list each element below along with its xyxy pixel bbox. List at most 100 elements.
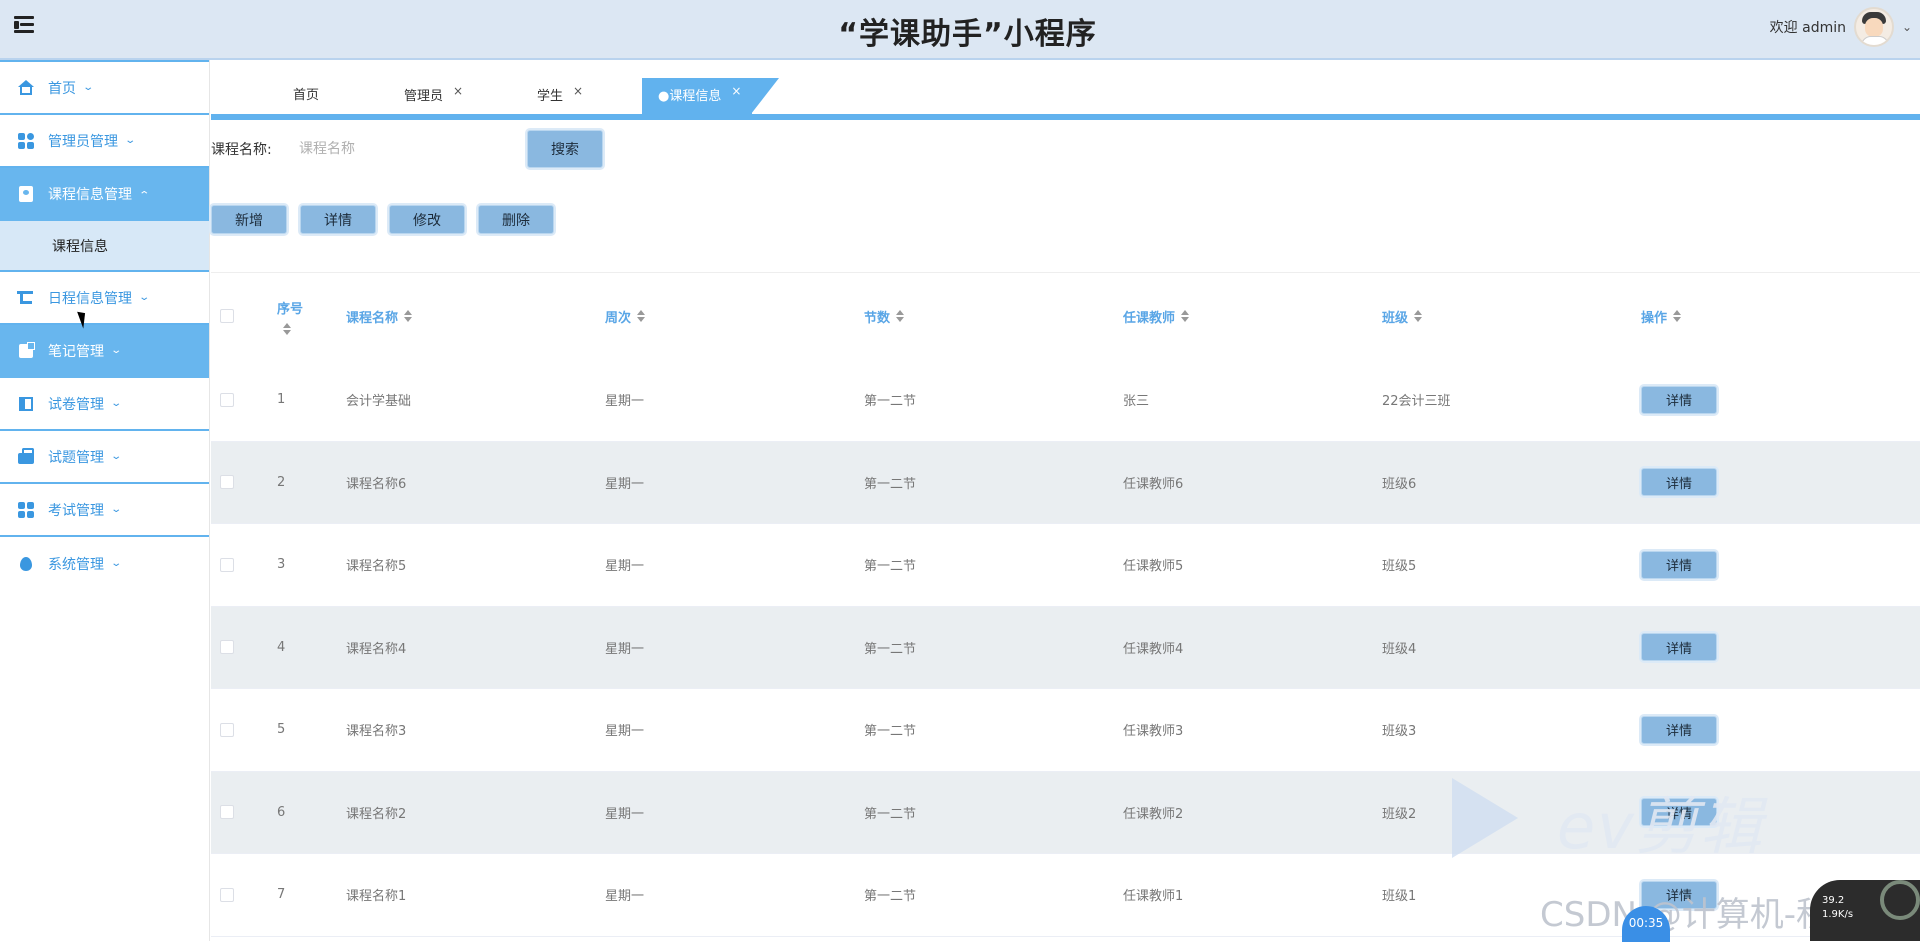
close-icon[interactable]: × xyxy=(731,84,741,98)
row-checkbox[interactable] xyxy=(220,772,234,854)
row-checkbox[interactable] xyxy=(220,524,234,606)
sidebar-item-label: 笔记管理 xyxy=(48,343,104,360)
cell-seq: 4 xyxy=(277,639,286,655)
column-header-seq[interactable]: 序号 xyxy=(277,273,303,359)
close-icon[interactable]: × xyxy=(573,84,583,98)
row-checkbox[interactable] xyxy=(220,607,234,689)
sort-icon[interactable] xyxy=(404,310,413,322)
sort-icon[interactable] xyxy=(283,322,291,335)
sidebar-item-label: 系统管理 xyxy=(48,556,104,573)
crop-icon xyxy=(17,290,34,306)
cell-seq: 1 xyxy=(277,392,286,408)
detail-button[interactable]: 详情 xyxy=(300,205,376,234)
table-row[interactable]: 3 课程名称5 星期一 第一二节 任课教师5 班级5 详情 xyxy=(211,524,1920,607)
sidebar-item-label: 课程信息管理 xyxy=(48,186,132,203)
row-detail-button[interactable]: 详情 xyxy=(1641,798,1717,827)
column-header-class[interactable]: 班级 xyxy=(1382,273,1423,359)
close-icon[interactable]: × xyxy=(453,84,463,98)
chevron-down-icon: ⌄ xyxy=(138,292,151,303)
sort-icon[interactable] xyxy=(1414,310,1423,322)
cell-section: 第一二节 xyxy=(864,559,917,575)
delete-button[interactable]: 删除 xyxy=(478,205,554,234)
chevron-down-icon: ⌄ xyxy=(110,558,123,569)
cell-class: 班级4 xyxy=(1382,641,1417,657)
tab-bar: 首页 管理员 × 学生 × ●课程信息 × xyxy=(211,78,1920,120)
cell-operation: 详情 xyxy=(1641,772,1717,854)
sort-icon[interactable] xyxy=(1181,310,1190,322)
row-detail-button[interactable]: 详情 xyxy=(1641,385,1717,414)
table-row[interactable]: 1 会计学基础 星期一 第一二节 张三 22会计三班 详情 xyxy=(211,359,1920,442)
cell-week: 星期一 xyxy=(605,641,645,657)
cell-class: 22会计三班 xyxy=(1382,394,1451,410)
sidebar-item-course-management[interactable]: 课程信息管理 ⌄ xyxy=(0,168,209,221)
row-checkbox[interactable] xyxy=(220,442,234,524)
cell-section: 第一二节 xyxy=(864,476,917,492)
cell-seq: 2 xyxy=(277,474,286,490)
column-header-week[interactable]: 周次 xyxy=(605,273,646,359)
cell-teacher: 任课教师5 xyxy=(1123,559,1184,575)
row-detail-button[interactable]: 详情 xyxy=(1641,633,1717,662)
cell-week: 星期一 xyxy=(605,806,645,822)
sidebar-item-question-management[interactable]: 试题管理 ⌄ xyxy=(0,431,209,484)
sort-icon[interactable] xyxy=(637,310,646,322)
cell-class: 班级1 xyxy=(1382,889,1417,905)
search-label: 课程名称: xyxy=(211,141,272,158)
network-speed-widget: 39.2 1.9K/s xyxy=(1810,880,1920,941)
search-input[interactable] xyxy=(281,133,491,164)
sidebar-item-admin-management[interactable]: 管理员管理 ⌄ xyxy=(0,115,209,168)
row-detail-button[interactable]: 详情 xyxy=(1641,880,1717,909)
cell-course-name: 课程名称6 xyxy=(346,476,407,492)
avatar[interactable] xyxy=(1854,7,1894,47)
sidebar-item-note-management[interactable]: 笔记管理 ⌄ xyxy=(0,325,209,378)
sidebar-subitem-course-info[interactable]: 课程信息 xyxy=(0,221,209,272)
sidebar-item-system-management[interactable]: 系统管理 ⌄ xyxy=(0,537,209,590)
tab-admin[interactable]: 管理员 × xyxy=(404,78,463,114)
cell-week: 星期一 xyxy=(605,889,645,905)
cell-operation: 详情 xyxy=(1641,689,1717,771)
chevron-down-icon: ⌄ xyxy=(110,398,123,409)
speed-down: 1.9 xyxy=(1822,909,1838,920)
table-row[interactable]: 5 课程名称3 星期一 第一二节 任课教师3 班级3 详情 xyxy=(211,689,1920,772)
cell-section: 第一二节 xyxy=(864,641,917,657)
table-row[interactable]: 6 课程名称2 星期一 第一二节 任课教师2 班级2 详情 xyxy=(211,771,1920,854)
tab-course-info[interactable]: ●课程信息 × xyxy=(642,78,752,114)
speed-unit: K/s xyxy=(1837,909,1854,920)
tab-home[interactable]: 首页 xyxy=(293,78,319,114)
column-header-teacher[interactable]: 任课教师 xyxy=(1123,273,1190,359)
cell-teacher: 任课教师1 xyxy=(1123,889,1184,905)
cell-seq: 6 xyxy=(277,804,286,820)
tab-active-tail xyxy=(751,78,779,114)
briefcase-icon xyxy=(18,447,34,465)
column-header-course-name[interactable]: 课程名称 xyxy=(346,273,413,359)
sort-icon[interactable] xyxy=(896,310,905,322)
row-checkbox[interactable] xyxy=(220,689,234,771)
sidebar-item-exam-management[interactable]: 考试管理 ⌄ xyxy=(0,484,209,537)
user-area[interactable]: 欢迎 admin ⌄ xyxy=(1770,6,1920,48)
drop-icon xyxy=(18,556,34,572)
sidebar-item-home[interactable]: 首页 ⌄ xyxy=(0,62,209,115)
column-header-operation[interactable]: 操作 xyxy=(1641,273,1682,359)
sort-icon[interactable] xyxy=(1673,310,1682,322)
row-detail-button[interactable]: 详情 xyxy=(1641,468,1717,497)
action-toolbar: 新增 详情 修改 删除 xyxy=(211,205,567,235)
cell-class: 班级2 xyxy=(1382,806,1417,822)
cell-section: 第一二节 xyxy=(864,806,917,822)
sidebar-item-schedule-management[interactable]: 日程信息管理 ⌄ xyxy=(0,272,209,325)
column-header-section[interactable]: 节数 xyxy=(864,273,905,359)
row-checkbox[interactable] xyxy=(220,854,234,936)
table-row[interactable]: 2 课程名称6 星期一 第一二节 任课教师6 班级6 详情 xyxy=(211,441,1920,524)
edit-button[interactable]: 修改 xyxy=(389,205,465,234)
select-all-checkbox[interactable] xyxy=(220,273,234,359)
sidebar-item-label: 考试管理 xyxy=(48,502,104,519)
sidebar-item-paper-management[interactable]: 试卷管理 ⌄ xyxy=(0,378,209,431)
chevron-down-icon[interactable]: ⌄ xyxy=(1894,20,1920,34)
search-button[interactable]: 搜索 xyxy=(527,129,603,168)
top-header: “学课助手”小程序 欢迎 admin ⌄ xyxy=(0,0,1920,60)
add-button[interactable]: 新增 xyxy=(211,205,287,234)
row-detail-button[interactable]: 详情 xyxy=(1641,715,1717,744)
tab-student[interactable]: 学生 × xyxy=(537,78,583,114)
cell-section: 第一二节 xyxy=(864,724,917,740)
row-checkbox[interactable] xyxy=(220,359,234,441)
table-row[interactable]: 4 课程名称4 星期一 第一二节 任课教师4 班级4 详情 xyxy=(211,606,1920,689)
row-detail-button[interactable]: 详情 xyxy=(1641,550,1717,579)
